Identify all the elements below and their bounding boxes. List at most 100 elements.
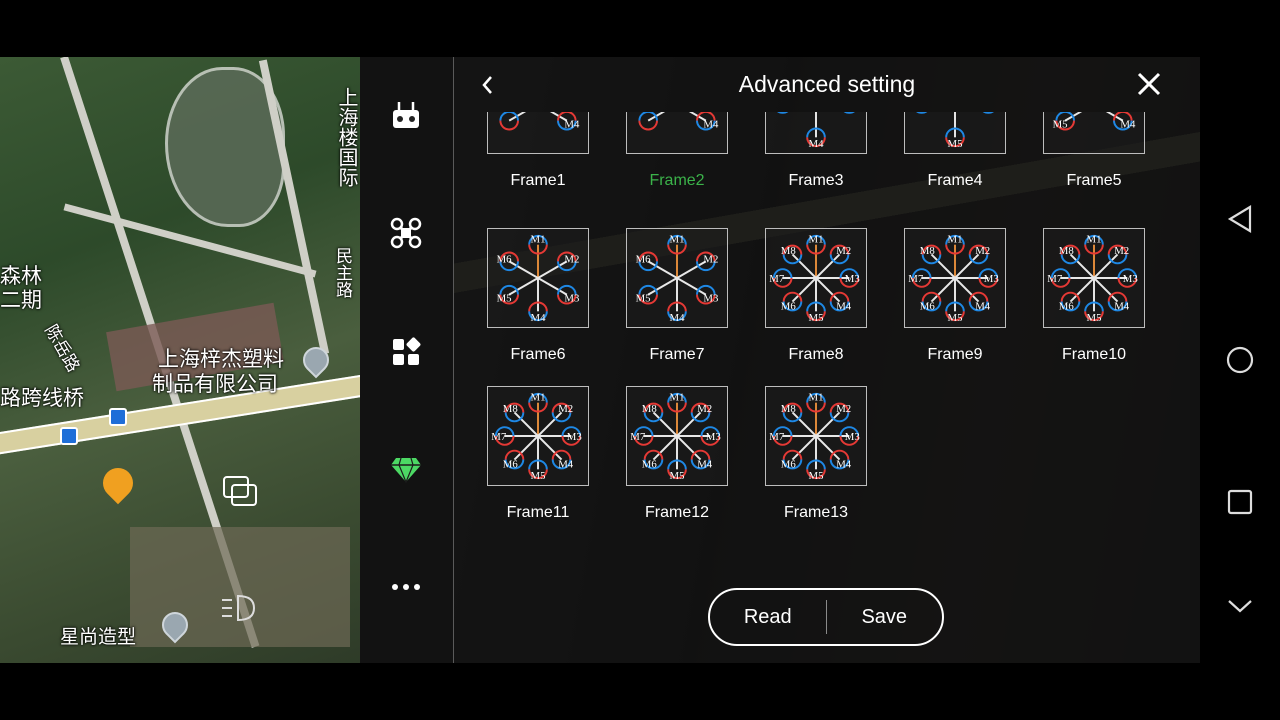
map-label-road2: 民主路 bbox=[332, 247, 352, 298]
switch-view-icon[interactable] bbox=[222, 475, 258, 507]
advanced-setting-panel: Advanced setting M3M4Frame1M3M4Frame2M2M… bbox=[454, 57, 1200, 663]
svg-text:M6: M6 bbox=[642, 459, 658, 471]
frame-option-6[interactable]: M1 M2 M3 M4 M5 M6 Frame6 bbox=[474, 228, 594, 378]
headlight-icon[interactable] bbox=[220, 592, 256, 624]
frame-option-10[interactable]: M1 M2 M3 M4 M5 M6 M7 M8 Frame10 bbox=[1030, 228, 1150, 378]
remote-controller-icon[interactable] bbox=[387, 98, 425, 134]
svg-text:M5: M5 bbox=[531, 470, 546, 482]
close-icon bbox=[1137, 72, 1161, 96]
svg-text:M6: M6 bbox=[781, 459, 797, 471]
map-pin-icon[interactable] bbox=[297, 341, 335, 379]
svg-text:M4: M4 bbox=[558, 459, 574, 471]
frame-diagram: M2M3M4M5 bbox=[765, 112, 867, 154]
save-button[interactable]: Save bbox=[827, 590, 943, 644]
frame-diagram: M3M4M5M6 bbox=[904, 112, 1006, 154]
svg-text:M6: M6 bbox=[503, 459, 519, 471]
svg-text:M4: M4 bbox=[564, 119, 580, 131]
back-triangle-icon[interactable] bbox=[1222, 201, 1258, 237]
svg-text:M8: M8 bbox=[781, 245, 796, 257]
svg-text:M5: M5 bbox=[636, 293, 651, 305]
svg-text:M2: M2 bbox=[836, 403, 851, 415]
frame-label: Frame2 bbox=[649, 172, 705, 189]
svg-text:M1: M1 bbox=[531, 234, 546, 246]
map-label-road1: 陈岳路 bbox=[40, 321, 84, 376]
diamond-icon[interactable] bbox=[387, 452, 425, 488]
apps-grid-icon[interactable] bbox=[387, 334, 425, 370]
frame-label: Frame11 bbox=[506, 504, 570, 521]
satellite-map[interactable]: 上海楼国际 森林 二期 陈岳路 上海梓杰塑料 制品有限公司 路跨线桥 民主路 星… bbox=[0, 57, 360, 663]
frame-label: Frame4 bbox=[927, 172, 983, 189]
frame-label: Frame6 bbox=[510, 346, 566, 363]
svg-text:M6: M6 bbox=[920, 301, 936, 313]
frame-option-9[interactable]: M1 M2 M3 M4 M5 M6 M7 M8 Frame9 bbox=[891, 228, 1011, 378]
svg-text:M3: M3 bbox=[845, 273, 860, 285]
frame-option-1[interactable]: M3M4 Frame1 bbox=[474, 112, 594, 204]
page-title: Advanced setting bbox=[738, 71, 916, 97]
frame-label: Frame10 bbox=[1061, 346, 1127, 363]
svg-text:M5: M5 bbox=[1053, 119, 1068, 131]
map-label-company2: 制品有限公司 bbox=[152, 372, 278, 396]
action-button-group: Read Save bbox=[708, 588, 944, 646]
collapse-chevron-icon[interactable] bbox=[1222, 588, 1258, 624]
map-label-bridge: 路跨线桥 bbox=[0, 386, 84, 410]
map-label-phase: 二期 bbox=[0, 288, 42, 312]
svg-text:M4: M4 bbox=[1114, 301, 1130, 313]
svg-text:M8: M8 bbox=[503, 403, 518, 415]
svg-text:M2: M2 bbox=[1114, 245, 1129, 257]
svg-text:M5: M5 bbox=[1087, 312, 1102, 324]
drone-icon[interactable] bbox=[387, 215, 425, 251]
restaurant-pin-icon[interactable] bbox=[96, 461, 140, 505]
svg-text:M7: M7 bbox=[1047, 273, 1063, 285]
frame-diagram: M3M4M5 bbox=[1043, 112, 1145, 154]
svg-text:M3: M3 bbox=[984, 273, 999, 285]
svg-text:M4: M4 bbox=[697, 459, 713, 471]
svg-text:M3: M3 bbox=[706, 431, 721, 443]
svg-text:M7: M7 bbox=[908, 273, 924, 285]
frame-label: Frame13 bbox=[783, 504, 849, 521]
svg-text:M7: M7 bbox=[630, 431, 646, 443]
svg-text:M4: M4 bbox=[670, 312, 686, 324]
svg-text:M6: M6 bbox=[1059, 301, 1075, 313]
svg-text:M4: M4 bbox=[531, 312, 547, 324]
frame-option-8[interactable]: M1 M2 M3 M4 M5 M6 M7 M8 Frame8 bbox=[752, 228, 872, 378]
svg-text:M2: M2 bbox=[703, 253, 718, 265]
svg-text:M1: M1 bbox=[809, 392, 824, 404]
svg-text:M4: M4 bbox=[809, 138, 825, 150]
frame-label: Frame5 bbox=[1066, 172, 1122, 189]
svg-text:M2: M2 bbox=[836, 245, 851, 257]
more-dots-icon[interactable] bbox=[387, 569, 425, 605]
frame-label: Frame8 bbox=[788, 346, 844, 363]
svg-text:M7: M7 bbox=[769, 431, 785, 443]
svg-text:M2: M2 bbox=[697, 403, 712, 415]
svg-text:M6: M6 bbox=[781, 301, 797, 313]
svg-text:M5: M5 bbox=[670, 470, 685, 482]
svg-text:M4: M4 bbox=[836, 459, 852, 471]
home-circle-icon[interactable] bbox=[1222, 342, 1258, 378]
svg-text:M3: M3 bbox=[1123, 273, 1138, 285]
frame-option-2[interactable]: M3M4 Frame2 bbox=[613, 112, 733, 204]
frame-label: Frame12 bbox=[644, 504, 710, 521]
close-button[interactable] bbox=[1134, 69, 1164, 99]
svg-text:M3: M3 bbox=[567, 431, 582, 443]
frame-diagram: M3M4 bbox=[626, 112, 728, 154]
frame-option-12[interactable]: M1 M2 M3 M4 M5 M6 M7 M8 Frame12 bbox=[613, 386, 733, 536]
svg-text:M3: M3 bbox=[564, 293, 579, 305]
read-button[interactable]: Read bbox=[710, 590, 826, 644]
svg-text:M7: M7 bbox=[769, 273, 785, 285]
top-black-bar bbox=[0, 0, 1280, 57]
frame-option-13[interactable]: M1 M2 M3 M4 M5 M6 M7 M8 Frame13 bbox=[752, 386, 872, 536]
frame-option-7[interactable]: M1 M2 M3 M4 M5 M6 Frame7 bbox=[613, 228, 733, 378]
frame-option-5[interactable]: M3M4M5 Frame5 bbox=[1030, 112, 1150, 204]
svg-text:M5: M5 bbox=[809, 470, 824, 482]
frame-option-3[interactable]: M2M3M4M5 Frame3 bbox=[752, 112, 872, 204]
frame-option-4[interactable]: M3M4M5M6 Frame4 bbox=[891, 112, 1011, 204]
svg-text:M5: M5 bbox=[809, 312, 824, 324]
svg-text:M1: M1 bbox=[948, 234, 963, 246]
svg-text:M4: M4 bbox=[836, 301, 852, 313]
frame-option-11[interactable]: M1 M2 M3 M4 M5 M6 M7 M8 Frame11 bbox=[474, 386, 594, 536]
recents-square-icon[interactable] bbox=[1222, 484, 1258, 520]
svg-text:M5: M5 bbox=[948, 138, 963, 150]
frame-diagram: M1 M2 M3 M4 M5 M6 bbox=[487, 228, 589, 328]
map-label-top: 上海楼国际 bbox=[335, 87, 359, 187]
svg-text:M2: M2 bbox=[975, 245, 990, 257]
